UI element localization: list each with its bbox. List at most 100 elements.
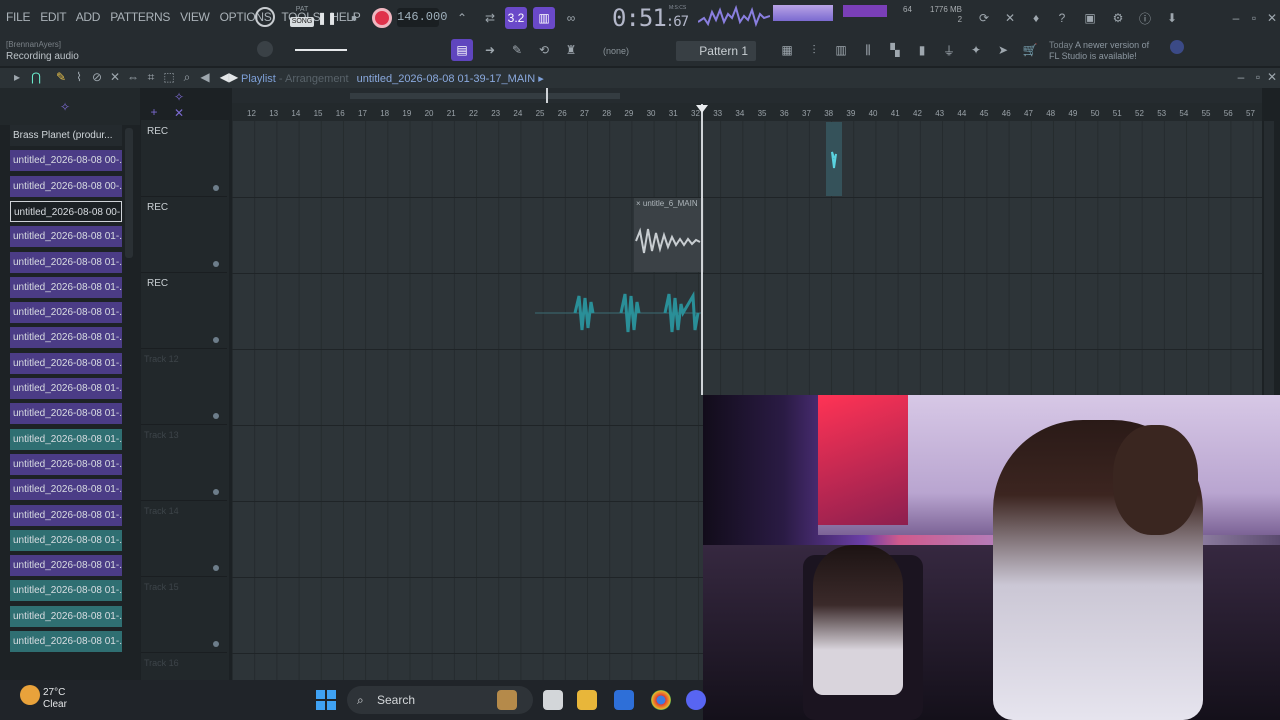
plug-icon[interactable]: ⏚	[938, 39, 960, 61]
clip-list-item[interactable]: untitled_2026-08-08 01-...	[10, 605, 122, 627]
track-header[interactable]: Track 12	[141, 349, 227, 425]
pencil-icon[interactable]: ✎	[52, 68, 70, 86]
loop-record-icon[interactable]: ∞	[560, 7, 582, 29]
speaker-icon[interactable]: ◀	[196, 68, 214, 86]
menu-edit[interactable]: EDIT	[40, 10, 66, 24]
playhead[interactable]	[701, 104, 703, 395]
cart-icon[interactable]: 🛒	[1019, 39, 1041, 61]
info-icon[interactable]: ⓘ	[1134, 7, 1156, 29]
magnet-icon[interactable]: ⋂	[27, 68, 45, 86]
slice-icon[interactable]: ⌗	[142, 68, 160, 86]
browser-icon[interactable]: ▚	[884, 39, 906, 61]
overview-scroll-thumb[interactable]	[350, 93, 620, 99]
track-header[interactable]: REC	[141, 197, 227, 273]
playhead-marker-icon[interactable]	[696, 105, 708, 113]
clip-list-item[interactable]: untitled_2026-08-08 01-...	[10, 580, 122, 602]
metronome-icon[interactable]: ⌃	[451, 7, 473, 29]
audio-clip-short[interactable]	[826, 122, 842, 196]
clip-list-item[interactable]: untitled_2026-08-08 01-...	[10, 302, 122, 324]
waveform-icon[interactable]: ✧	[56, 98, 74, 116]
plus-icon[interactable]: +	[145, 103, 163, 121]
clip-list-item[interactable]: untitled_2026-08-08 01-...	[10, 403, 122, 425]
step-edit-icon[interactable]: ▥	[533, 7, 555, 29]
snap-selector[interactable]: (none)	[603, 46, 629, 56]
update-notice[interactable]: Today A newer version of FL Studio is ava…	[1049, 40, 1169, 62]
clip-list-item[interactable]: untitled_2026-08-08 01-...	[10, 529, 122, 551]
plugin-database-icon[interactable]: ▮	[911, 39, 933, 61]
cat-app-icon[interactable]	[497, 690, 517, 710]
mixer-icon[interactable]: ⫶	[803, 39, 825, 61]
close-icon[interactable]: ✕	[1261, 7, 1280, 29]
clip-list-item[interactable]: untitled_2026-08-08 01-...	[10, 378, 122, 399]
playback-icon[interactable]: ◀▶	[220, 68, 238, 86]
refresh-icon[interactable]: ⟳	[973, 7, 995, 29]
download-icon[interactable]: ⬇	[1161, 7, 1183, 29]
clip-list-item[interactable]: untitled_2026-08-08 01-...	[10, 352, 122, 374]
track-header[interactable]: Track 15	[141, 577, 227, 653]
pause-icon[interactable]: ❚❚	[316, 7, 338, 29]
clip-list-item[interactable]: untitled_2026-08-08 01-...	[10, 276, 122, 298]
track-dot-icon[interactable]	[213, 641, 219, 647]
piano-roll-icon[interactable]: ▥	[830, 39, 852, 61]
clip-list-item[interactable]: untitled_2026-08-08 01-...	[10, 327, 122, 349]
tempo-display[interactable]: 146.000	[397, 8, 447, 27]
select-icon[interactable]: ⬚	[160, 68, 178, 86]
clip-list-item[interactable]: untitled_2026-08-08 01-...	[10, 479, 122, 501]
help-icon[interactable]: ?	[1051, 7, 1073, 29]
link-icon[interactable]: ⟲	[533, 39, 555, 61]
wait-input-icon[interactable]: ⇄	[479, 7, 501, 29]
countdown-icon[interactable]: 3.2	[505, 7, 527, 29]
track-dot-icon[interactable]	[213, 185, 219, 191]
pat-song-toggle[interactable]: PAT SONG	[290, 5, 314, 33]
track-dot-icon[interactable]	[213, 337, 219, 343]
clip-list-item[interactable]: untitled_2026-08-08 01-...	[10, 226, 122, 248]
playlist-minimize-icon[interactable]: –	[1233, 69, 1249, 85]
clip-list-item[interactable]: untitled_2026-08-08 01-...	[10, 453, 122, 475]
chrome-icon[interactable]	[651, 690, 671, 710]
microphone-icon[interactable]: ♦	[1025, 7, 1047, 29]
playlist-close-icon[interactable]: ✕	[1264, 69, 1280, 85]
track-dot-icon[interactable]	[213, 261, 219, 267]
browser-scrollbar[interactable]	[125, 128, 133, 258]
master-pitch-slider[interactable]	[295, 49, 347, 51]
track-header[interactable]: Track 14	[141, 501, 227, 577]
playlist-view-icon[interactable]: ▤	[451, 39, 473, 61]
task-view-icon[interactable]	[543, 690, 563, 710]
track-header[interactable]: REC	[141, 121, 227, 197]
store-icon[interactable]	[614, 690, 634, 710]
clip-list-item[interactable]: untitled_2026-08-08 01-...	[10, 251, 122, 273]
clip-list-item[interactable]: untitled_2026-08-08 01-...	[10, 428, 122, 450]
clip-list-item[interactable]: untitled_2026-08-08 01-...	[10, 504, 122, 526]
audio-clip-recorded[interactable]	[634, 209, 704, 272]
mute-icon[interactable]: ✕	[106, 68, 124, 86]
menu-patterns[interactable]: PATTERNS	[110, 10, 170, 24]
pattern-selector[interactable]: Pattern 1	[676, 41, 756, 61]
update-icon[interactable]	[1170, 40, 1184, 54]
audio-clip-vocal[interactable]	[535, 290, 703, 336]
master-volume-knob-icon[interactable]	[255, 7, 275, 27]
clip-list-item[interactable]: untitled_2026-08-08 00-...	[10, 175, 122, 197]
plugin-icon[interactable]: ⚙	[1107, 7, 1129, 29]
channel-rack-icon[interactable]: ▦	[776, 39, 798, 61]
equalizer-icon[interactable]: ⫼	[857, 39, 879, 61]
clip-list-item[interactable]: untitled_2026-08-08 00-...	[10, 200, 122, 222]
menu-add[interactable]: ADD	[76, 10, 101, 24]
slip-icon[interactable]: ⇔	[124, 68, 142, 86]
audio-clip-label[interactable]: × untitle_6_MAIN	[634, 198, 704, 209]
weather-icon[interactable]	[20, 685, 40, 705]
pitch-knob-icon[interactable]	[257, 41, 273, 57]
track-header[interactable]: REC	[141, 273, 227, 349]
stamp-icon[interactable]: ♜	[560, 39, 582, 61]
windows-start-icon[interactable]	[316, 690, 336, 710]
touch-controller-icon[interactable]: ✦	[965, 39, 987, 61]
brush-icon[interactable]: ⌇	[70, 68, 88, 86]
track-header[interactable]: Track 13	[141, 425, 227, 501]
track-dot-icon[interactable]	[213, 413, 219, 419]
menu-file[interactable]: FILE	[6, 10, 30, 24]
clip-list-item[interactable]: untitled_2026-08-08 01-...	[10, 555, 122, 577]
zoom-icon[interactable]: ⌕	[178, 68, 196, 86]
clip-list-item[interactable]: untitled_2026-08-08 01-...	[10, 631, 122, 652]
tools-icon[interactable]: ✕	[999, 7, 1021, 29]
menu-view[interactable]: VIEW	[180, 10, 210, 24]
delete-icon[interactable]: ⊘	[88, 68, 106, 86]
